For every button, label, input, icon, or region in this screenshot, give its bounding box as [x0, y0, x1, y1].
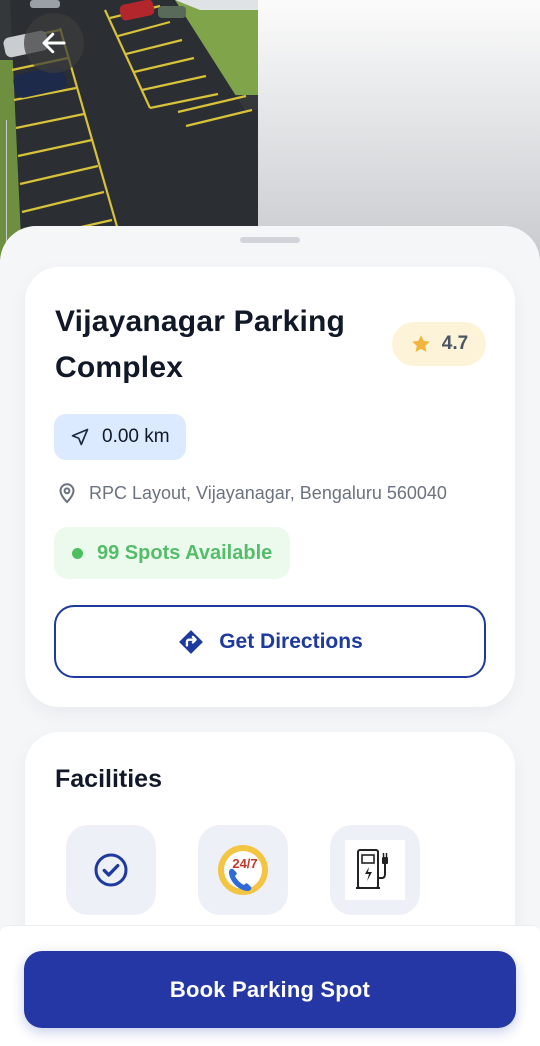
svg-text:24/7: 24/7 — [232, 856, 257, 871]
availability-text: 99 Spots Available — [97, 541, 273, 564]
navigation-arrow-icon — [71, 428, 89, 446]
get-directions-button[interactable]: Get Directions — [54, 605, 486, 678]
map-pin-icon — [59, 483, 75, 504]
support-24-7-icon: 24/7 — [218, 845, 268, 895]
facility-tile[interactable] — [66, 825, 156, 915]
rating-badge: 4.7 — [392, 322, 486, 366]
availability-badge: 99 Spots Available — [54, 527, 291, 579]
sheet-drag-handle[interactable] — [240, 237, 300, 243]
facility-tile[interactable]: 24/7 — [198, 825, 288, 915]
facilities-title: Facilities — [55, 765, 162, 793]
distance-badge: 0.00 km — [54, 414, 186, 460]
edge-divider — [0, 120, 7, 260]
hero-image — [0, 0, 540, 260]
get-directions-label: Get Directions — [219, 629, 363, 653]
availability-dot — [72, 547, 83, 559]
distance-value: 0.00 km — [102, 426, 170, 447]
hero-image-background — [258, 0, 540, 260]
book-parking-button[interactable]: Book Parking Spot — [24, 951, 516, 1028]
parking-info-card: Vijayanagar Parking Complex 4.7 0.00 km … — [25, 267, 515, 707]
details-sheet[interactable]: Vijayanagar Parking Complex 4.7 0.00 km … — [0, 226, 540, 1045]
back-button[interactable] — [24, 13, 84, 73]
star-icon — [412, 335, 430, 352]
rating-value: 4.7 — [441, 333, 469, 354]
book-parking-label: Book Parking Spot — [169, 976, 371, 1002]
directions-turn-icon — [179, 629, 204, 654]
arrow-left-icon — [42, 32, 66, 54]
ev-charging-icon — [345, 840, 405, 900]
address-row: RPC Layout, Vijayanagar, Bengaluru 56004… — [55, 480, 447, 506]
bottom-action-bar: Book Parking Spot — [0, 925, 540, 1046]
parking-name: Vijayanagar Parking Complex — [55, 305, 346, 384]
check-circle-icon — [94, 853, 128, 887]
address-text: RPC Layout, Vijayanagar, Bengaluru 56004… — [89, 482, 447, 503]
facility-tile[interactable] — [330, 825, 420, 915]
